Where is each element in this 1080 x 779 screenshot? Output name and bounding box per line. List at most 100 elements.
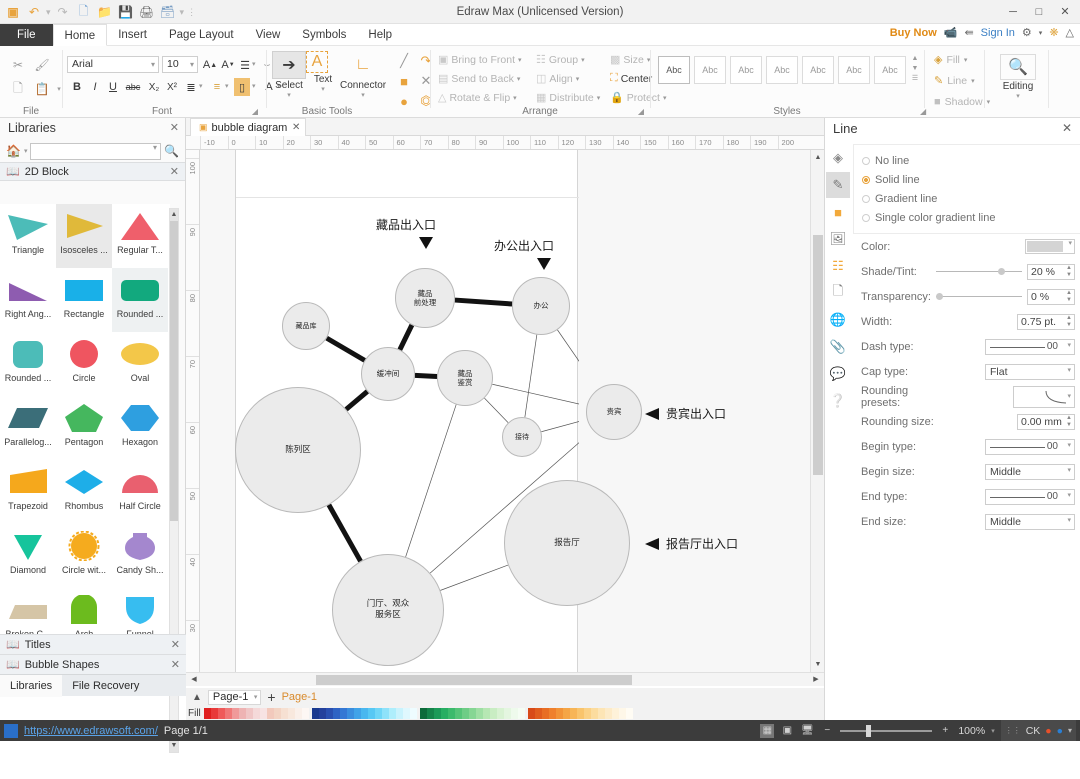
shape-item-rightang[interactable]: Right Ang...: [0, 268, 56, 332]
color-swatch[interactable]: [490, 707, 497, 719]
color-swatch[interactable]: [319, 707, 326, 719]
color-swatch[interactable]: [312, 707, 319, 719]
shade-tint-slider[interactable]: [936, 266, 1022, 278]
chevron-down-icon[interactable]: ▾: [1067, 364, 1071, 378]
select-tool-button[interactable]: ➔ Select ▾: [272, 51, 306, 99]
presentation-view-icon[interactable]: 🖥: [800, 724, 814, 738]
normal-view-icon[interactable]: ▦: [760, 723, 775, 738]
color-swatch[interactable]: [232, 707, 239, 719]
color-swatch[interactable]: [246, 707, 253, 719]
bubble-node[interactable]: 藏品 前处理: [395, 268, 455, 328]
style-thumb-4[interactable]: Abc: [766, 56, 798, 84]
close-button[interactable]: ✕: [1052, 2, 1078, 22]
text-highlight-button[interactable]: ▯: [234, 78, 250, 96]
style-thumb-1[interactable]: Abc: [658, 56, 690, 84]
menu-tab-insert[interactable]: Insert: [107, 24, 158, 46]
tray-sogou-icon[interactable]: ●: [1045, 725, 1051, 737]
line-property-rows[interactable]: Color: ▾ Shade/Tint: 20 % ▲ ▼ Transparenc…: [853, 234, 1080, 534]
style-thumb-5[interactable]: Abc: [802, 56, 834, 84]
buy-now-button[interactable]: Buy Now: [890, 27, 937, 39]
end-type-combo[interactable]: 00 ▾: [985, 488, 1075, 505]
chevron-down-icon[interactable]: ▾: [964, 56, 968, 64]
stepper-icon[interactable]: ▲ ▼: [1066, 290, 1072, 304]
style-thumb-2[interactable]: Abc: [694, 56, 726, 84]
color-swatch[interactable]: [410, 707, 417, 719]
shape-item-rhombus[interactable]: Rhombus: [56, 460, 112, 524]
cap-type-combo[interactable]: Flat ▾: [985, 363, 1075, 380]
chevron-down-icon[interactable]: ▾: [581, 56, 585, 64]
page-selector[interactable]: Page-1 ▾: [207, 689, 262, 705]
stepper-icon[interactable]: ▲ ▼: [1066, 315, 1072, 329]
bubble-node[interactable]: 门厅、观众 服务区: [332, 554, 444, 666]
shape-item-triangle[interactable]: Triangle: [0, 204, 56, 268]
color-square-icon[interactable]: ■: [826, 199, 850, 225]
close-document-icon[interactable]: ✕: [292, 122, 300, 133]
bubble-node[interactable]: 贵宾: [586, 384, 642, 440]
color-swatch[interactable]: [542, 707, 549, 719]
shape-item-regulart[interactable]: Regular T...: [112, 204, 168, 268]
ellipse-shape-icon[interactable]: ●: [394, 92, 414, 110]
shape-item-diamond[interactable]: Diamond: [0, 524, 56, 588]
color-swatch[interactable]: [476, 707, 483, 719]
fullscreen-view-icon[interactable]: ▣: [780, 724, 794, 738]
search-icon[interactable]: 🔍: [164, 144, 179, 158]
canvas-vertical-scrollbar[interactable]: ▲ ▼: [810, 150, 824, 672]
line-type-solid-line[interactable]: Solid line: [854, 170, 1080, 189]
chevron-down-icon[interactable]: ▾: [1067, 390, 1071, 404]
color-swatch[interactable]: [511, 707, 518, 719]
styles-gallery-scroll[interactable]: ▲ ▼ ☰: [910, 54, 920, 84]
color-swatch[interactable]: [239, 707, 246, 719]
fill-bucket-icon[interactable]: ◈: [826, 145, 850, 171]
page-collapse-icon[interactable]: ▲: [192, 692, 202, 703]
color-swatch[interactable]: [518, 707, 525, 719]
editing-button[interactable]: 🔍 Editing ▾: [1000, 54, 1036, 100]
subscript-button[interactable]: X₂: [146, 78, 162, 96]
color-swatch[interactable]: [619, 707, 626, 719]
color-swatch[interactable]: [347, 707, 354, 719]
chevron-down-icon[interactable]: ▾: [1000, 92, 1036, 100]
shape-item-rectangle[interactable]: Rectangle: [56, 268, 112, 332]
line-type-single-color-gradient-line[interactable]: Single color gradient line: [854, 208, 1080, 227]
tab-libraries[interactable]: Libraries: [0, 675, 63, 697]
color-swatch[interactable]: [389, 707, 396, 719]
color-swatch[interactable]: [605, 707, 612, 719]
scroll-up-icon[interactable]: ▲: [813, 151, 823, 164]
bubble-node[interactable]: 陈列区: [235, 387, 361, 513]
color-swatch[interactable]: [427, 707, 434, 719]
maximize-button[interactable]: □: [1026, 2, 1052, 22]
scroll-down-icon[interactable]: ▼: [170, 740, 178, 752]
copy-icon[interactable]: 🗋: [6, 78, 30, 100]
chevron-down-icon[interactable]: ▾: [153, 143, 157, 152]
gallery-more-icon[interactable]: ☰: [910, 74, 920, 84]
chevron-down-icon[interactable]: ▾: [306, 85, 340, 93]
scroll-right-icon[interactable]: ▶: [810, 674, 822, 686]
color-swatch[interactable]: [497, 707, 504, 719]
chevron-down-icon[interactable]: ▾: [1067, 514, 1071, 528]
zoom-out-button[interactable]: −: [820, 724, 834, 738]
chevron-down-icon[interactable]: ▾: [340, 91, 386, 99]
shape-item-parallelog[interactable]: Parallelog...: [0, 396, 56, 460]
chevron-down-icon[interactable]: ▾: [513, 94, 517, 102]
menu-tabs[interactable]: File Home Insert Page Layout View Symbol…: [0, 24, 403, 46]
chevron-down-icon[interactable]: ▾: [971, 77, 975, 85]
color-swatch[interactable]: [225, 707, 232, 719]
arrange-dialog-launcher[interactable]: ◢: [638, 107, 644, 116]
color-swatch[interactable]: [354, 707, 361, 719]
library-section-2d-block[interactable]: 📖 2D Block ✕: [0, 162, 185, 181]
group-button[interactable]: ☷ Group ▾: [536, 51, 585, 68]
color-swatch[interactable]: [211, 707, 218, 719]
page-tab-page-1[interactable]: Page-1: [282, 691, 317, 703]
chevron-down-icon[interactable]: ▾: [991, 727, 995, 735]
chevron-down-icon[interactable]: ▾: [576, 75, 580, 83]
color-swatch[interactable]: [302, 707, 309, 719]
close-section-icon[interactable]: ✕: [171, 638, 180, 651]
color-swatch[interactable]: [577, 707, 584, 719]
edrawsoft-url-link[interactable]: https://www.edrawsoft.com/: [24, 725, 158, 737]
windows-start-icon[interactable]: [4, 723, 18, 738]
zoom-in-button[interactable]: +: [938, 724, 952, 738]
bubble-diagram[interactable]: 藏品库 藏品 前处理 办公 缓冲间 藏品 鉴赏 接待 贵宾 陈列区 报告厅 门厅、观…: [235, 150, 738, 672]
connector-tool-button[interactable]: ∟ Connector ▾: [340, 51, 386, 99]
close-panel-icon[interactable]: ✕: [1062, 121, 1072, 135]
panel-icon-rail[interactable]: ◈ ✎ ■ 🖼 ☷ 🗋 🌐 📎 💬 ❔: [825, 144, 851, 415]
line-type-gradient-line[interactable]: Gradient line: [854, 189, 1080, 208]
